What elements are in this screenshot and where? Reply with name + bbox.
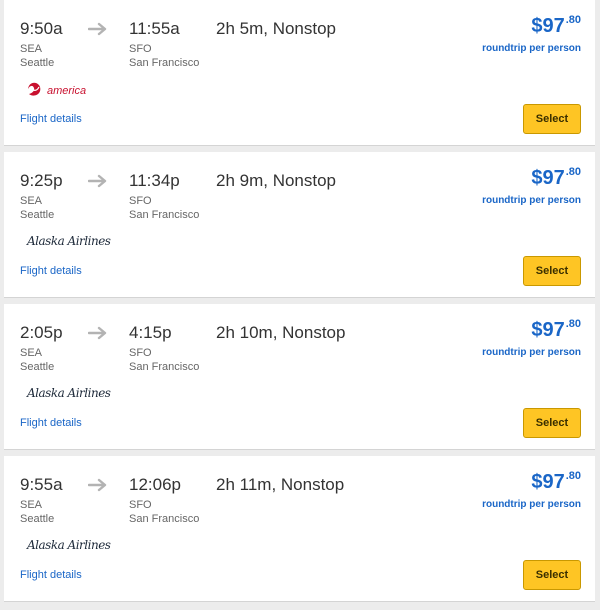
price: $97.80 xyxy=(531,14,581,38)
arrival-airport-code: SFO xyxy=(129,347,152,359)
arrival-time: 11:55a xyxy=(129,19,180,38)
select-button[interactable]: Select xyxy=(523,560,581,590)
price-note: roundtrip per person xyxy=(482,43,581,54)
arrival-city: San Francisco xyxy=(129,209,200,221)
alaska-airlines-logo: Alaska Airlines xyxy=(26,234,111,248)
departure-city: Seattle xyxy=(20,513,55,525)
airline-logo-text: Alaska Airlines xyxy=(26,386,111,400)
select-button[interactable]: Select xyxy=(523,408,581,438)
price-note: roundtrip per person xyxy=(482,499,581,510)
flight-duration: 2h 5m, Nonstop xyxy=(216,19,337,38)
price-amount: $97 xyxy=(531,167,565,189)
alaska-airlines-logo: Alaska Airlines xyxy=(26,538,111,552)
flight-details-link[interactable]: Flight details xyxy=(20,265,82,277)
arrow-right-icon xyxy=(88,174,107,188)
arrival-city: San Francisco xyxy=(129,57,200,69)
departure-airport-code: SEA xyxy=(20,347,43,359)
arrival-time: 12:06p xyxy=(129,475,181,494)
flight-details-link[interactable]: Flight details xyxy=(20,569,82,581)
select-button[interactable]: Select xyxy=(523,104,581,134)
arrival-city: San Francisco xyxy=(129,361,200,373)
departure-airport-code: SEA xyxy=(20,43,43,55)
arrow-right-icon xyxy=(88,326,107,340)
arrow-right-icon xyxy=(88,478,107,492)
arrival-airport-code: SFO xyxy=(129,195,152,207)
select-button[interactable]: Select xyxy=(523,256,581,286)
flight-duration: 2h 11m, Nonstop xyxy=(216,475,345,494)
flight-details-link[interactable]: Flight details xyxy=(20,417,82,429)
departure-city: Seattle xyxy=(20,57,55,69)
arrival-time: 11:34p xyxy=(129,171,180,190)
price-note: roundtrip per person xyxy=(482,195,581,206)
price-amount: $97 xyxy=(531,319,565,341)
departure-time: 9:50a xyxy=(20,19,63,38)
flight-result-card: 9:55a 12:06p SEA Seattle SFO San Francis… xyxy=(4,456,595,602)
departure-time: 9:55a xyxy=(20,475,63,494)
flight-details-link[interactable]: Flight details xyxy=(20,113,82,125)
price-cents: .80 xyxy=(565,318,581,330)
airline-logo-text: Alaska Airlines xyxy=(26,234,111,248)
price: $97.80 xyxy=(531,470,581,494)
flight-result-card: 2:05p 4:15p SEA Seattle SFO San Francisc… xyxy=(4,304,595,450)
departure-city: Seattle xyxy=(20,361,55,373)
price-note: roundtrip per person xyxy=(482,347,581,358)
arrival-airport-code: SFO xyxy=(129,43,152,55)
price-amount: $97 xyxy=(531,15,565,37)
price-cents: .80 xyxy=(565,14,581,26)
airline-logo-text: america xyxy=(47,85,86,97)
airline-logo-text: Alaska Airlines xyxy=(26,538,111,552)
price-cents: .80 xyxy=(565,470,581,482)
departure-time: 2:05p xyxy=(20,323,63,342)
flight-result-card: 9:25p 11:34p SEA Seattle SFO San Francis… xyxy=(4,152,595,298)
price-cents: .80 xyxy=(565,166,581,178)
price: $97.80 xyxy=(531,318,581,342)
departure-airport-code: SEA xyxy=(20,195,43,207)
departure-airport-code: SEA xyxy=(20,499,43,511)
flight-result-card: 9:50a 11:55a SEA Seattle SFO San Francis… xyxy=(4,0,595,146)
arrival-city: San Francisco xyxy=(129,513,200,525)
flight-results-list: 9:50a 11:55a SEA Seattle SFO San Francis… xyxy=(0,0,600,610)
arrival-airport-code: SFO xyxy=(129,499,152,511)
departure-time: 9:25p xyxy=(20,171,63,190)
arrow-right-icon xyxy=(88,22,107,36)
arrival-time: 4:15p xyxy=(129,323,172,342)
price-amount: $97 xyxy=(531,471,565,493)
departure-city: Seattle xyxy=(20,209,55,221)
flight-duration: 2h 9m, Nonstop xyxy=(216,171,337,190)
flight-duration: 2h 10m, Nonstop xyxy=(216,323,346,342)
price: $97.80 xyxy=(531,166,581,190)
alaska-airlines-logo: Alaska Airlines xyxy=(26,386,111,400)
virgin-america-logo: america xyxy=(28,82,86,97)
